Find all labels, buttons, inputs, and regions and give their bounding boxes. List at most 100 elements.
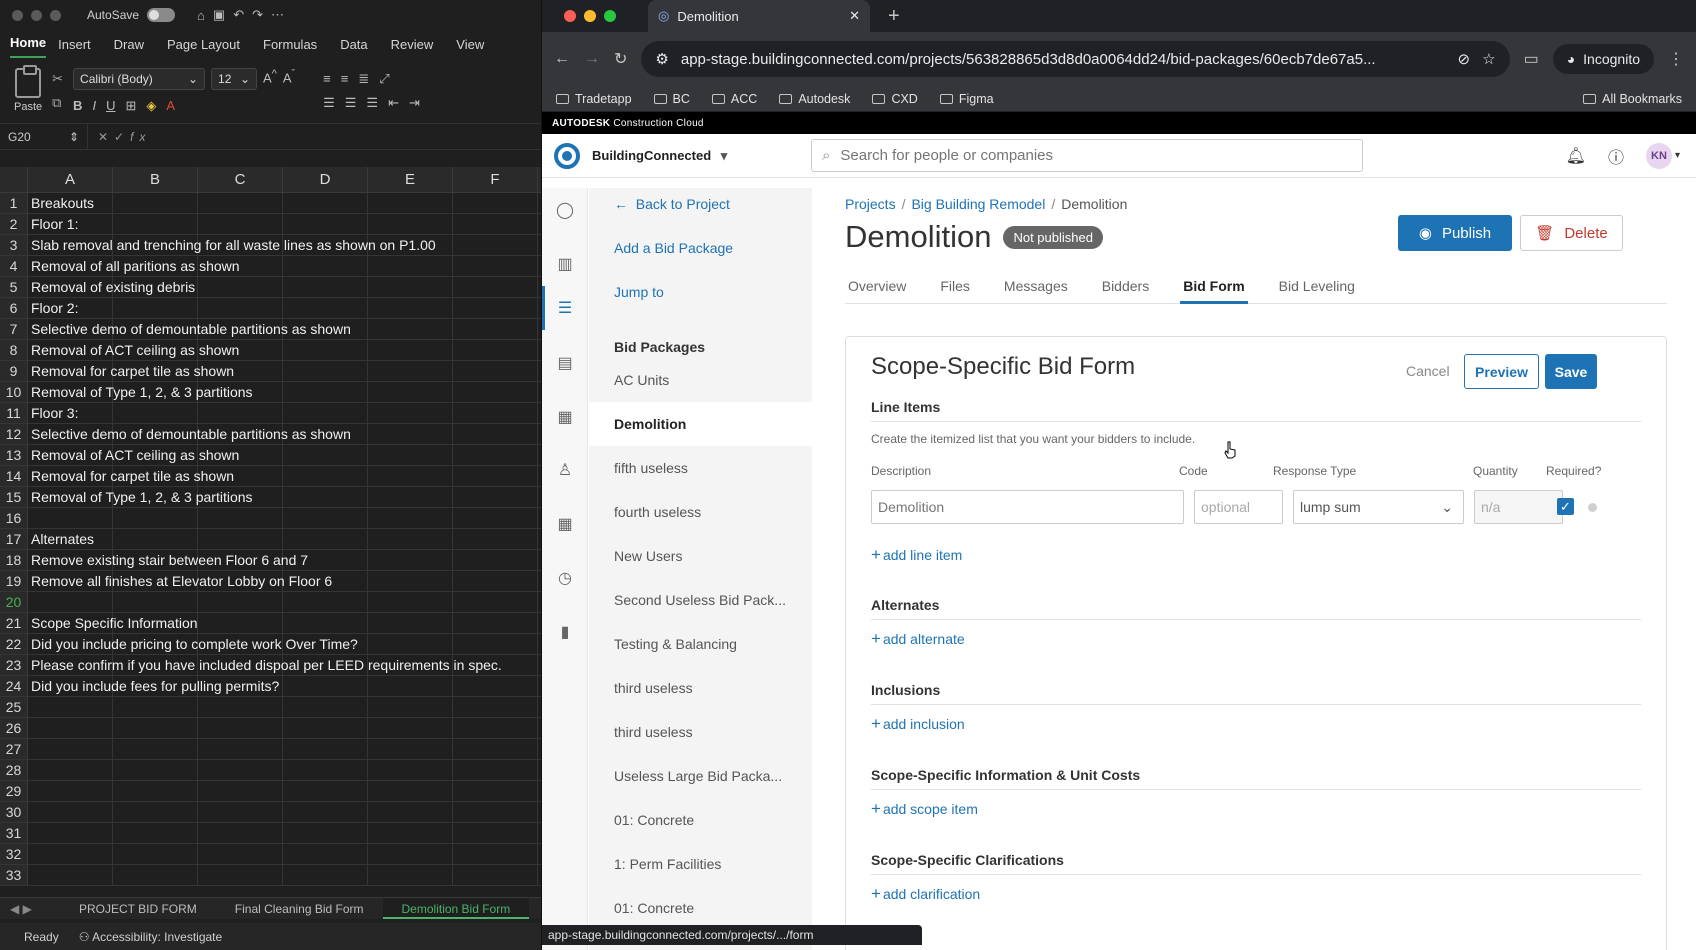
- app-switcher[interactable]: BuildingConnected ▾: [592, 148, 811, 164]
- search-input[interactable]: [840, 147, 1321, 164]
- window-close-dot[interactable]: [564, 10, 576, 22]
- copy-icon[interactable]: ⧉: [52, 95, 63, 111]
- row-header[interactable]: 25: [0, 697, 28, 717]
- row-header[interactable]: 8: [0, 340, 28, 360]
- row-cells[interactable]: Selective demo of demountable partitions…: [28, 424, 541, 444]
- row-header[interactable]: 16: [0, 508, 28, 528]
- row-cells[interactable]: Floor 1:: [28, 214, 541, 234]
- autosave-toggle[interactable]: [147, 8, 176, 22]
- bookmark-tradetapp[interactable]: Tradetapp: [556, 92, 632, 106]
- ribbon-tab-draw[interactable]: Draw: [114, 37, 155, 58]
- row-cells[interactable]: Removal of Type 1, 2, & 3 partitions: [28, 382, 541, 402]
- jump-to-link[interactable]: Jump to: [614, 284, 664, 300]
- row-header[interactable]: 27: [0, 739, 28, 759]
- tab-files[interactable]: Files: [937, 264, 973, 304]
- column-header[interactable]: E: [368, 167, 453, 192]
- row-cells[interactable]: [28, 697, 541, 717]
- calendar-icon[interactable]: ▦: [554, 406, 576, 428]
- ribbon-tab-insert[interactable]: Insert: [58, 37, 102, 58]
- row-cells[interactable]: Slab removal and trenching for all waste…: [28, 235, 541, 255]
- bookmark-figma[interactable]: Figma: [939, 92, 994, 106]
- line-item-code-field[interactable]: optional: [1194, 490, 1283, 524]
- row-cells[interactable]: Breakouts: [28, 193, 541, 213]
- user-icon[interactable]: ◯: [554, 199, 576, 221]
- bookmark-acc[interactable]: ACC: [711, 92, 757, 106]
- font-color-icon[interactable]: A: [166, 98, 175, 113]
- clipboard-icon[interactable]: ▤: [554, 352, 576, 374]
- row-header[interactable]: 14: [0, 466, 28, 486]
- select-all-corner[interactable]: [0, 167, 28, 192]
- sheet-tab-project-bid-form[interactable]: PROJECT BID FORM: [60, 902, 216, 916]
- row-cells[interactable]: [28, 592, 541, 612]
- row-cells[interactable]: [28, 823, 541, 843]
- reload-icon[interactable]: ↻: [614, 49, 627, 69]
- kebab-menu-icon[interactable]: ⋮: [1668, 49, 1684, 69]
- decrease-font-icon[interactable]: Aˇ: [283, 68, 295, 90]
- save-icon[interactable]: ▣: [213, 7, 225, 23]
- row-header[interactable]: 33: [0, 865, 28, 885]
- add-scope-item-link[interactable]: + add scope item: [871, 799, 978, 819]
- clock-icon[interactable]: ◷: [554, 567, 576, 589]
- row-cells[interactable]: Selective demo of demountable partitions…: [28, 319, 541, 339]
- row-header[interactable]: 32: [0, 844, 28, 864]
- user-menu[interactable]: KN ▾: [1645, 142, 1680, 169]
- column-header[interactable]: A: [28, 167, 113, 192]
- sheet-nav-arrows-icon[interactable]: ◀ ▶: [0, 902, 60, 916]
- delete-button[interactable]: 🗑︎ Delete: [1520, 215, 1623, 251]
- breadcrumb-projects[interactable]: Projects: [845, 196, 896, 212]
- row-header[interactable]: 18: [0, 550, 28, 570]
- spreadsheet-grid[interactable]: A B C D E F 1 Breakouts 2 Floor 1: 3 Slab rem…: [0, 167, 541, 886]
- required-checkbox[interactable]: ✓: [1557, 498, 1574, 515]
- row-header[interactable]: 12: [0, 424, 28, 444]
- row-header[interactable]: 21: [0, 613, 28, 633]
- window-zoom-dot[interactable]: [50, 9, 61, 21]
- back-to-project-link[interactable]: ← Back to Project: [614, 196, 730, 212]
- preview-button[interactable]: Preview: [1464, 354, 1539, 389]
- tab-bid-form[interactable]: Bid Form: [1180, 264, 1248, 304]
- bid-package-item[interactable]: Demolition: [589, 402, 812, 446]
- outdent-icon[interactable]: ⇥: [409, 95, 420, 111]
- row-cells[interactable]: Please confirm if you have included disp…: [28, 655, 541, 675]
- row-header[interactable]: 10: [0, 382, 28, 402]
- row-cells[interactable]: Did you include pricing to complete work…: [28, 634, 541, 654]
- row-cells[interactable]: [28, 739, 541, 759]
- row-cells[interactable]: Removal for carpet tile as shown: [28, 361, 541, 381]
- row-cells[interactable]: [28, 760, 541, 780]
- row-header[interactable]: 19: [0, 571, 28, 591]
- incognito-badge[interactable]: ◕ Incognito: [1552, 44, 1654, 74]
- row-header[interactable]: 24: [0, 676, 28, 696]
- align-bottom-icon[interactable]: ≣: [358, 71, 369, 87]
- bid-package-item[interactable]: fifth useless: [589, 446, 812, 490]
- row-header[interactable]: 31: [0, 823, 28, 843]
- row-cells[interactable]: Removal of ACT ceiling as shown: [28, 340, 541, 360]
- row-header[interactable]: 28: [0, 760, 28, 780]
- row-header[interactable]: 6: [0, 298, 28, 318]
- redo-icon[interactable]: ↷: [252, 7, 263, 23]
- row-cells[interactable]: [28, 865, 541, 885]
- row-cells[interactable]: Removal of ACT ceiling as shown: [28, 445, 541, 465]
- row-header[interactable]: 9: [0, 361, 28, 381]
- align-left-icon[interactable]: ☰: [323, 95, 335, 111]
- save-button[interactable]: Save: [1545, 354, 1597, 389]
- formula-icon[interactable]: ✕✓fx: [88, 130, 151, 144]
- increase-font-icon[interactable]: A^: [263, 68, 277, 90]
- ribbon-tab-data[interactable]: Data: [340, 37, 378, 58]
- remove-line-item-icon[interactable]: [1588, 503, 1597, 512]
- bid-package-item[interactable]: 01: Concrete: [589, 798, 812, 842]
- tab-bid-leveling[interactable]: Bid Leveling: [1276, 264, 1358, 304]
- bookmark-cxd[interactable]: CXD: [872, 92, 918, 106]
- back-arrow-icon[interactable]: ←: [554, 50, 570, 68]
- publish-button[interactable]: ◉ Publish: [1398, 215, 1512, 251]
- star-icon[interactable]: ☆: [1482, 50, 1495, 68]
- help-icon[interactable]: ⓘ: [1608, 144, 1624, 168]
- row-cells[interactable]: [28, 802, 541, 822]
- row-header[interactable]: 1: [0, 193, 28, 213]
- browser-tab[interactable]: ◎ Demolition ✕: [648, 0, 870, 32]
- add-clarification-link[interactable]: + add clarification: [871, 884, 980, 904]
- all-bookmarks[interactable]: All Bookmarks: [1583, 92, 1696, 106]
- bid-package-item[interactable]: 01: Concrete: [589, 886, 812, 930]
- cancel-button[interactable]: Cancel: [1406, 363, 1450, 379]
- sheet-tab-demolition[interactable]: Demolition Bid Form: [382, 898, 530, 919]
- bid-package-item[interactable]: Useless Large Bid Packa...: [589, 754, 812, 798]
- home-icon[interactable]: ⌂: [197, 8, 205, 23]
